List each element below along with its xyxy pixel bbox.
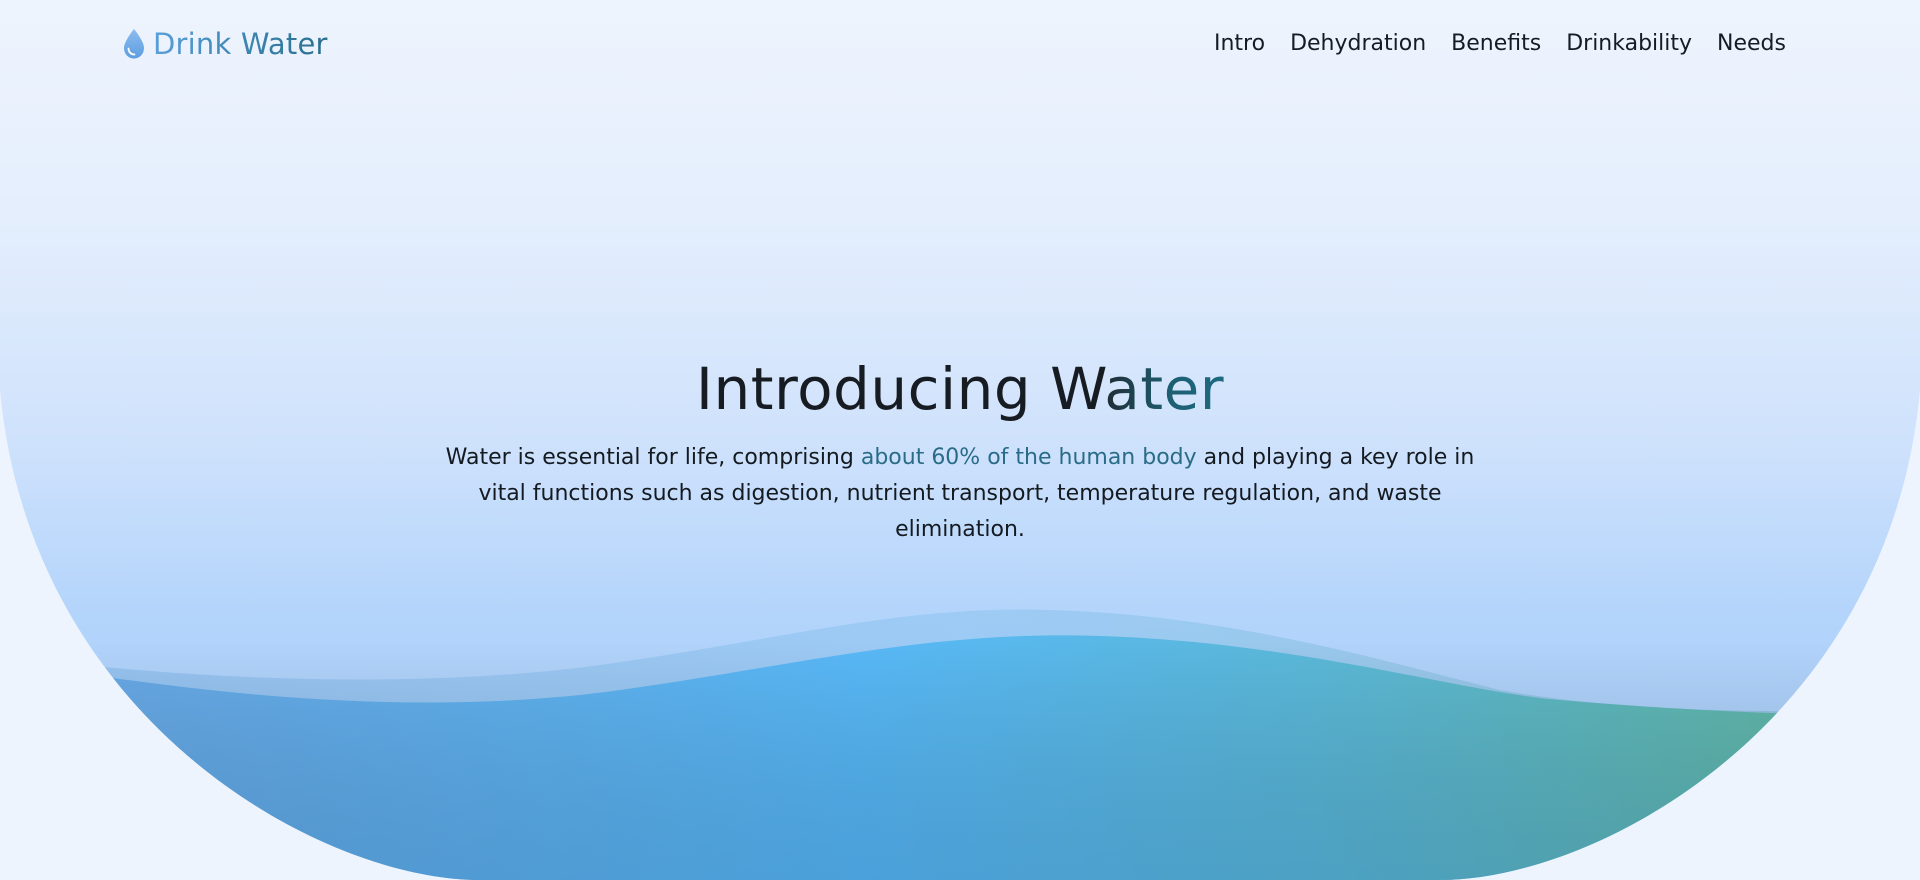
hero-description-start: Water is essential for life, comprising [445,445,861,470]
hero-description-highlight: about 60% of the human body [860,445,1197,470]
nav-link-benefits[interactable]: Benefits [1451,26,1541,62]
hero-description: Water is essential for life, comprising … [430,440,1490,548]
main-nav: Intro Dehydration Benefits Drinkability … [1214,26,1786,62]
brand-name: Drink Water [153,24,328,64]
hero-section: Introducing Water Water is essential for… [0,350,1920,548]
hero-title-main: Introducing W [695,355,1105,423]
hero-title: Introducing Water [0,350,1920,428]
nav-link-intro[interactable]: Intro [1214,26,1265,62]
top-navbar: Drink Water Intro Dehydration Benefits D… [0,0,1920,88]
nav-link-needs[interactable]: Needs [1717,26,1786,62]
brand-logo-link[interactable]: Drink Water [121,24,328,64]
water-drop-icon [121,27,147,61]
hero-title-accent: ater [1104,355,1225,423]
landing-page: Drink Water Intro Dehydration Benefits D… [0,0,1920,880]
nav-link-drinkability[interactable]: Drinkability [1566,26,1692,62]
nav-link-dehydration[interactable]: Dehydration [1290,26,1426,62]
